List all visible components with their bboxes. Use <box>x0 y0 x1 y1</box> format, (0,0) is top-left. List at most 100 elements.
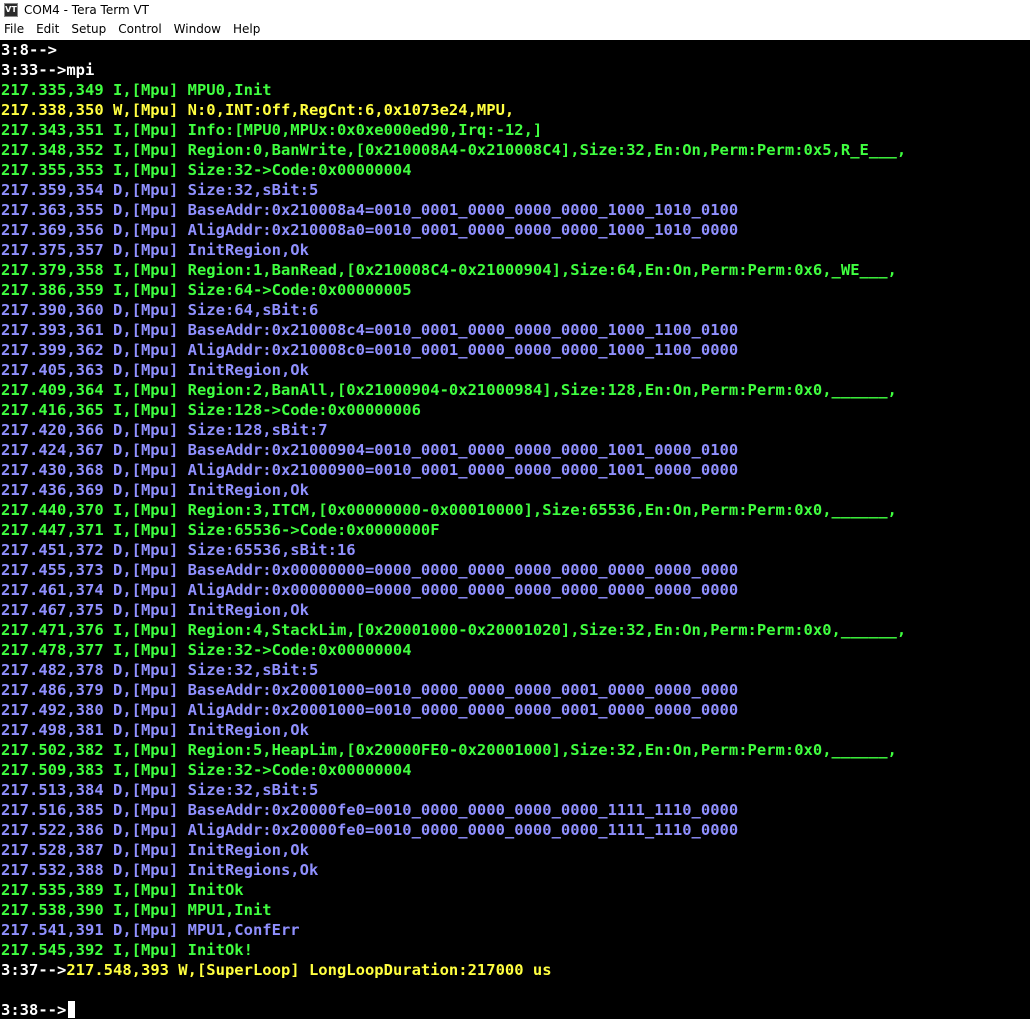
menu-control[interactable]: Control <box>113 19 168 39</box>
terminal-line: 217.399,362 D,[Mpu] AligAddr:0x210008c0=… <box>0 340 1030 360</box>
terminal-text: 217.343,351 I,[Mpu] Info:[MPU0,MPUx:0x0x… <box>1 121 543 139</box>
menu-edit[interactable]: Edit <box>31 19 66 39</box>
terminal-text: 217.440,370 I,[Mpu] Region:3,ITCM,[0x000… <box>1 501 897 519</box>
terminal-line: 217.379,358 I,[Mpu] Region:1,BanRead,[0x… <box>0 260 1030 280</box>
terminal-text: 217.516,385 D,[Mpu] BaseAddr:0x20000fe0=… <box>1 801 739 819</box>
terminal-text: 3:38--> <box>1 1001 67 1019</box>
terminal-text: 217.416,365 I,[Mpu] Size:128->Code:0x000… <box>1 401 421 419</box>
menu-file[interactable]: File <box>0 19 31 39</box>
terminal-text: 3:8--> <box>1 41 57 59</box>
terminal-line: 217.393,361 D,[Mpu] BaseAddr:0x210008c4=… <box>0 320 1030 340</box>
terminal-text: 217.538,390 I,[Mpu] MPU1,Init <box>1 901 272 919</box>
terminal-text: 217.535,389 I,[Mpu] InitOk <box>1 881 244 899</box>
terminal-text: 217.528,387 D,[Mpu] InitRegion,Ok <box>1 841 309 859</box>
menu-bar: File Edit Setup Control Window Help <box>0 19 1030 39</box>
terminal-text: 217.348,352 I,[Mpu] Region:0,BanWrite,[0… <box>1 141 907 159</box>
terminal-line: 217.386,359 I,[Mpu] Size:64->Code:0x0000… <box>0 280 1030 300</box>
terminal-line: 217.516,385 D,[Mpu] BaseAddr:0x20000fe0=… <box>0 800 1030 820</box>
terminal-line: 217.486,379 D,[Mpu] BaseAddr:0x20001000=… <box>0 680 1030 700</box>
terminal-line: 3:33-->mpi <box>0 60 1030 80</box>
terminal-line: 217.430,368 D,[Mpu] AligAddr:0x21000900=… <box>0 460 1030 480</box>
teraterm-app-icon: VT <box>4 2 18 17</box>
terminal-text: 217.509,383 I,[Mpu] Size:32->Code:0x0000… <box>1 761 412 779</box>
menu-setup[interactable]: Setup <box>66 19 113 39</box>
terminal-output[interactable]: 3:8--> 3:33-->mpi 217.335,349 I,[Mpu] MPU0… <box>0 40 1030 1019</box>
terminal-text: 217.541,391 D,[Mpu] MPU1,ConfErr <box>1 921 300 939</box>
terminal-line: 217.461,374 D,[Mpu] AligAddr:0x00000000=… <box>0 580 1030 600</box>
terminal-line: 217.467,375 D,[Mpu] InitRegion,Ok <box>0 600 1030 620</box>
terminal-text: 217.390,360 D,[Mpu] Size:64,sBit:6 <box>1 301 319 319</box>
terminal-line: 217.440,370 I,[Mpu] Region:3,ITCM,[0x000… <box>0 500 1030 520</box>
terminal-text: 217.502,382 I,[Mpu] Region:5,HeapLim,[0x… <box>1 741 897 759</box>
terminal-line: 217.478,377 I,[Mpu] Size:32->Code:0x0000… <box>0 640 1030 660</box>
terminal-text: 217.363,355 D,[Mpu] BaseAddr:0x210008a4=… <box>1 201 739 219</box>
terminal-text: 3:37--> <box>1 961 67 979</box>
terminal-text: 217.436,369 D,[Mpu] InitRegion,Ok <box>1 481 309 499</box>
terminal-line: 217.541,391 D,[Mpu] MPU1,ConfErr <box>0 920 1030 940</box>
terminal-line: 217.482,378 D,[Mpu] Size:32,sBit:5 <box>0 660 1030 680</box>
terminal-line: 217.538,390 I,[Mpu] MPU1,Init <box>0 900 1030 920</box>
terminal-line: 217.471,376 I,[Mpu] Region:4,StackLim,[0… <box>0 620 1030 640</box>
terminal-text: 217.532,388 D,[Mpu] InitRegions,Ok <box>1 861 319 879</box>
terminal-line: 217.390,360 D,[Mpu] Size:64,sBit:6 <box>0 300 1030 320</box>
terminal-line: 217.348,352 I,[Mpu] Region:0,BanWrite,[0… <box>0 140 1030 160</box>
terminal-text: 217.430,368 D,[Mpu] AligAddr:0x21000900=… <box>1 461 739 479</box>
terminal-line: 217.355,353 I,[Mpu] Size:32->Code:0x0000… <box>0 160 1030 180</box>
terminal-line: 3:38--> <box>0 1000 1030 1019</box>
terminal-line: 217.455,373 D,[Mpu] BaseAddr:0x00000000=… <box>0 560 1030 580</box>
terminal-line: 217.436,369 D,[Mpu] InitRegion,Ok <box>0 480 1030 500</box>
terminal-text: 217.375,357 D,[Mpu] InitRegion,Ok <box>1 241 309 259</box>
terminal-text: 217.335,349 I,[Mpu] MPU0,Init <box>1 81 272 99</box>
terminal-text: 217.478,377 I,[Mpu] Size:32->Code:0x0000… <box>1 641 412 659</box>
terminal-text: 217.513,384 D,[Mpu] Size:32,sBit:5 <box>1 781 319 799</box>
terminal-text: 217.545,392 I,[Mpu] InitOk! <box>1 941 253 959</box>
terminal-line: 217.359,354 D,[Mpu] Size:32,sBit:5 <box>0 180 1030 200</box>
terminal-line: 217.535,389 I,[Mpu] InitOk <box>0 880 1030 900</box>
terminal-line: 3:8--> <box>0 40 1030 60</box>
terminal-line: 217.363,355 D,[Mpu] BaseAddr:0x210008a4=… <box>0 200 1030 220</box>
terminal-text: 217.409,364 I,[Mpu] Region:2,BanAll,[0x2… <box>1 381 897 399</box>
terminal-text: 217.471,376 I,[Mpu] Region:4,StackLim,[0… <box>1 621 907 639</box>
terminal-text: 217.451,372 D,[Mpu] Size:65536,sBit:16 <box>1 541 356 559</box>
terminal-line: 217.528,387 D,[Mpu] InitRegion,Ok <box>0 840 1030 860</box>
terminal-text: 217.399,362 D,[Mpu] AligAddr:0x210008c0=… <box>1 341 739 359</box>
terminal-text: 217.498,381 D,[Mpu] InitRegion,Ok <box>1 721 309 739</box>
terminal-line: 217.513,384 D,[Mpu] Size:32,sBit:5 <box>0 780 1030 800</box>
terminal-line: 217.492,380 D,[Mpu] AligAddr:0x20001000=… <box>0 700 1030 720</box>
terminal-line: 217.424,367 D,[Mpu] BaseAddr:0x21000904=… <box>0 440 1030 460</box>
terminal-text: 3:33-->mpi <box>1 61 95 79</box>
terminal-text: 217.548,393 W,[SuperLoop] LongLoopDurati… <box>66 961 552 979</box>
terminal-text: 217.393,361 D,[Mpu] BaseAddr:0x210008c4=… <box>1 321 739 339</box>
terminal-text: 217.405,363 D,[Mpu] InitRegion,Ok <box>1 361 309 379</box>
terminal-text: 217.522,386 D,[Mpu] AligAddr:0x20000fe0=… <box>1 821 739 839</box>
terminal-line: 217.409,364 I,[Mpu] Region:2,BanAll,[0x2… <box>0 380 1030 400</box>
terminal-line: 3:37-->217.548,393 W,[SuperLoop] LongLoo… <box>0 960 1030 980</box>
terminal-text: 217.492,380 D,[Mpu] AligAddr:0x20001000=… <box>1 701 739 719</box>
title-bar: VT COM4 - Tera Term VT <box>0 0 1030 19</box>
terminal-text: 217.379,358 I,[Mpu] Region:1,BanRead,[0x… <box>1 261 897 279</box>
terminal-line: 217.522,386 D,[Mpu] AligAddr:0x20000fe0=… <box>0 820 1030 840</box>
terminal-text: 217.338,350 W,[Mpu] N:0,INT:Off,RegCnt:6… <box>1 101 515 119</box>
terminal-line: 217.545,392 I,[Mpu] InitOk! <box>0 940 1030 960</box>
menu-help[interactable]: Help <box>228 19 267 39</box>
terminal-text: 217.455,373 D,[Mpu] BaseAddr:0x00000000=… <box>1 561 739 579</box>
terminal-line: 217.369,356 D,[Mpu] AligAddr:0x210008a0=… <box>0 220 1030 240</box>
window-title: COM4 - Tera Term VT <box>24 2 149 17</box>
terminal-text: 217.359,354 D,[Mpu] Size:32,sBit:5 <box>1 181 319 199</box>
terminal-text: 217.482,378 D,[Mpu] Size:32,sBit:5 <box>1 661 319 679</box>
terminal-line: 217.343,351 I,[Mpu] Info:[MPU0,MPUx:0x0x… <box>0 120 1030 140</box>
terminal-line: 217.338,350 W,[Mpu] N:0,INT:Off,RegCnt:6… <box>0 100 1030 120</box>
terminal-text: 217.420,366 D,[Mpu] Size:128,sBit:7 <box>1 421 328 439</box>
terminal-text: 217.467,375 D,[Mpu] InitRegion,Ok <box>1 601 309 619</box>
terminal-text: 217.369,356 D,[Mpu] AligAddr:0x210008a0=… <box>1 221 739 239</box>
terminal-line: 217.375,357 D,[Mpu] InitRegion,Ok <box>0 240 1030 260</box>
terminal-line: 217.532,388 D,[Mpu] InitRegions,Ok <box>0 860 1030 880</box>
terminal-text: 217.461,374 D,[Mpu] AligAddr:0x00000000=… <box>1 581 739 599</box>
menu-window[interactable]: Window <box>169 19 228 39</box>
terminal-line: 217.509,383 I,[Mpu] Size:32->Code:0x0000… <box>0 760 1030 780</box>
terminal-text: 217.355,353 I,[Mpu] Size:32->Code:0x0000… <box>1 161 412 179</box>
terminal-line: 217.335,349 I,[Mpu] MPU0,Init <box>0 80 1030 100</box>
terminal-line: 217.447,371 I,[Mpu] Size:65536->Code:0x0… <box>0 520 1030 540</box>
terminal-text: 217.486,379 D,[Mpu] BaseAddr:0x20001000=… <box>1 681 739 699</box>
